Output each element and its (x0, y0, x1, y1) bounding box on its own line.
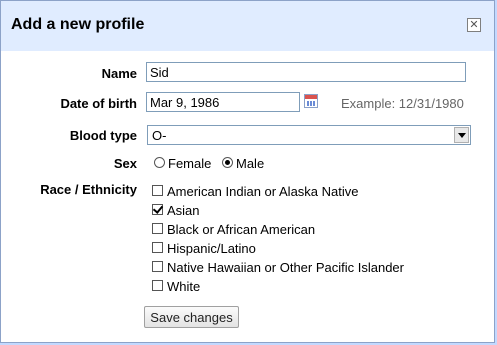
name-field[interactable] (146, 62, 466, 82)
sex-radio-male[interactable] (222, 157, 233, 168)
sex-label: Sex (113, 156, 137, 171)
race-option-label: Black or African American (167, 222, 316, 237)
race-ethnicity-label: Race / Ethnicity (40, 182, 137, 197)
sex-option-male-label: Male (236, 156, 265, 171)
calendar-icon[interactable] (304, 94, 318, 108)
race-checkbox-native-hawaiian[interactable] (152, 261, 163, 272)
dob-field[interactable] (146, 92, 300, 112)
chevron-down-icon[interactable] (454, 127, 469, 143)
add-profile-dialog: Add a new profile ✕ Name Date of birth E… (0, 0, 495, 343)
race-option-label: Hispanic/Latino (167, 241, 256, 256)
dob-example-hint: Example: 12/31/1980 (341, 96, 464, 111)
race-checkbox-white[interactable] (152, 280, 163, 291)
dialog-titlebar: Add a new profile ✕ (1, 1, 494, 51)
dialog-title: Add a new profile (11, 16, 145, 33)
race-checkbox-asian[interactable] (152, 204, 163, 215)
race-option-label: Native Hawaiian or Other Pacific Islande… (167, 260, 404, 275)
sex-radio-female[interactable] (154, 157, 165, 168)
race-checkbox-black[interactable] (152, 223, 163, 234)
sex-option-female-label: Female (168, 156, 212, 171)
name-label: Name (101, 66, 137, 81)
race-checkbox-american-indian[interactable] (152, 185, 163, 196)
dob-label: Date of birth (60, 96, 137, 111)
save-changes-button[interactable]: Save changes (144, 306, 239, 328)
blood-type-select[interactable]: O- (147, 125, 471, 145)
race-option-label: White (167, 279, 201, 294)
race-option-label: Asian (167, 203, 200, 218)
race-checkbox-hispanic[interactable] (152, 242, 163, 253)
blood-type-label: Blood type (69, 128, 137, 143)
race-option-label: American Indian or Alaska Native (167, 184, 359, 199)
blood-type-value: O- (152, 128, 167, 143)
close-icon[interactable]: ✕ (467, 18, 481, 32)
